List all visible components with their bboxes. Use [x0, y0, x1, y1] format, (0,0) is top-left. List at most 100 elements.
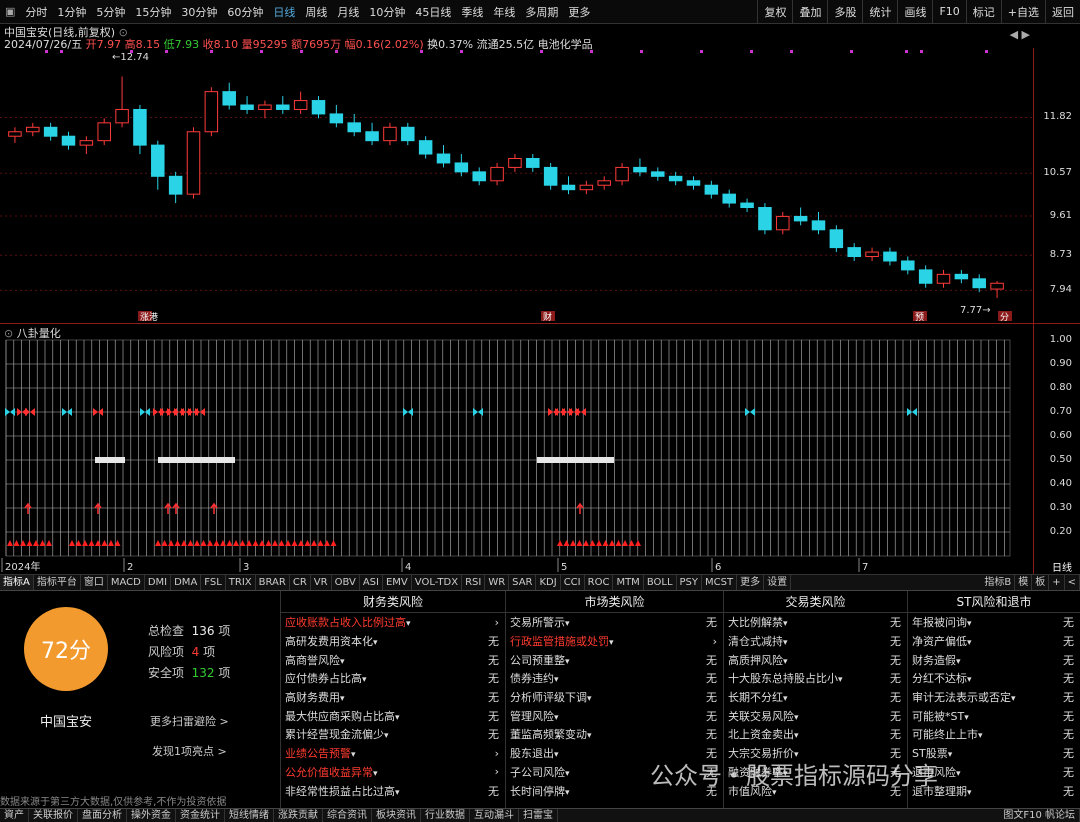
dropdown-icon[interactable]: ▾: [1011, 694, 1016, 704]
dropdown-icon[interactable]: ▾: [340, 657, 345, 667]
prev-icon[interactable]: ◀: [1010, 28, 1018, 41]
risk-item[interactable]: 年报被问询▾ 无: [908, 613, 1080, 632]
chart-tool-button[interactable]: 叠加: [792, 0, 827, 24]
indicator-tab[interactable]: 设置: [764, 575, 792, 590]
indicator-tab[interactable]: EMV: [383, 575, 412, 590]
chart-tool-button[interactable]: F10: [932, 0, 965, 24]
risk-item[interactable]: 北上资金卖出▾ 无: [724, 725, 907, 744]
period-tab[interactable]: 更多: [563, 4, 595, 20]
indicator-tab[interactable]: VR: [311, 575, 332, 590]
indicator-tab[interactable]: BRAR: [256, 575, 290, 590]
risk-item[interactable]: 业绩公告预警▾ ›: [281, 744, 505, 763]
risk-item[interactable]: 分红不达标▾ 无: [908, 669, 1080, 688]
dropdown-icon[interactable]: ▾: [351, 750, 356, 760]
dropdown-icon[interactable]: ▾: [587, 731, 592, 741]
status-tab[interactable]: 盘面分析: [78, 809, 127, 822]
indicator-tab-right[interactable]: 板: [1032, 575, 1050, 590]
risk-item[interactable]: 高研发费用资本化▾ 无: [281, 632, 505, 651]
chart-tool-button[interactable]: 统计: [862, 0, 897, 24]
dropdown-icon[interactable]: ▾: [565, 788, 570, 798]
risk-item[interactable]: 审计无法表示或否定▾ 无: [908, 688, 1080, 707]
risk-item[interactable]: 应付债券占比高▾ 无: [281, 669, 505, 688]
dropdown-icon[interactable]: ▾: [956, 769, 961, 779]
dropdown-icon[interactable]: ▾: [384, 731, 389, 741]
dropdown-icon[interactable]: ▾: [967, 638, 972, 648]
risk-item[interactable]: 清仓式减持▾ 无: [724, 632, 907, 651]
next-icon[interactable]: ▶: [1022, 28, 1030, 41]
dropdown-icon[interactable]: ▾: [565, 769, 570, 779]
risk-item[interactable]: 净资产偏低▾ 无: [908, 632, 1080, 651]
period-tab[interactable]: 年线: [488, 4, 520, 20]
highlight-link[interactable]: 发现1项亮点 >: [152, 743, 227, 759]
dropdown-icon[interactable]: ▾: [783, 638, 788, 648]
status-tab[interactable]: 操外资金: [127, 809, 176, 822]
indicator-tab-right[interactable]: 模: [1015, 575, 1033, 590]
risk-item[interactable]: 非经常性损益占比过高▾ 无: [281, 781, 505, 800]
bagua-indicator-panel[interactable]: 2024年 2 3 4 5 6 7: [0, 324, 1033, 574]
dropdown-icon[interactable]: ▾: [609, 638, 614, 648]
status-tab[interactable]: 扫雷宝: [519, 809, 558, 822]
period-tab[interactable]: 10分钟: [364, 4, 410, 20]
indicator-tab[interactable]: PSY: [677, 575, 703, 590]
dropdown-icon[interactable]: ▾: [783, 657, 788, 667]
dropdown-icon[interactable]: ▾: [794, 731, 799, 741]
dropdown-icon[interactable]: ▾: [783, 694, 788, 704]
indicator-tab[interactable]: VOL-TDX: [412, 575, 463, 590]
menu-icon[interactable]: ▣: [0, 5, 20, 18]
period-tab[interactable]: 周线: [300, 4, 332, 20]
candlestick-chart[interactable]: ←12.74 7.77→ 涨港 财 预 分: [0, 48, 1033, 324]
dropdown-icon[interactable]: ▾: [554, 713, 559, 723]
indicator-tab[interactable]: WR: [485, 575, 510, 590]
chart-tool-button[interactable]: 画线: [897, 0, 932, 24]
risk-item[interactable]: 高质押风险▾ 无: [724, 650, 907, 669]
indicator-tab-right[interactable]: +: [1049, 575, 1065, 590]
risk-item[interactable]: 十大股东总持股占比小▾ 无: [724, 669, 907, 688]
dropdown-icon[interactable]: ▾: [783, 619, 788, 629]
period-tab[interactable]: 60分钟: [222, 4, 268, 20]
risk-item[interactable]: 大比例解禁▾ 无: [724, 613, 907, 632]
risk-item[interactable]: 可能终止上市▾ 无: [908, 725, 1080, 744]
period-tab[interactable]: 多周期: [520, 4, 563, 20]
risk-item[interactable]: 高财务费用▾ 无: [281, 688, 505, 707]
status-tab[interactable]: 涨跌贡献: [274, 809, 323, 822]
risk-item[interactable]: 公司预重整▾ 无: [506, 650, 723, 669]
dropdown-icon[interactable]: ▾: [838, 675, 843, 685]
dropdown-icon[interactable]: ▾: [362, 675, 367, 685]
dropdown-icon[interactable]: ▾: [967, 788, 972, 798]
more-scan-link[interactable]: 更多扫雷避险 >: [150, 713, 229, 729]
status-tab[interactable]: 短线情绪: [225, 809, 274, 822]
chart-tool-button[interactable]: +自选: [1000, 0, 1045, 24]
risk-item[interactable]: 长期不分红▾ 无: [724, 688, 907, 707]
indicator-tab[interactable]: OBV: [332, 575, 360, 590]
risk-item[interactable]: 交易所警示▾ 无: [506, 613, 723, 632]
dropdown-icon[interactable]: ▾: [978, 731, 983, 741]
period-tab[interactable]: 5分钟: [91, 4, 130, 20]
dropdown-icon[interactable]: ▾: [956, 657, 961, 667]
indicator-tab[interactable]: 窗口: [81, 575, 108, 590]
indicator-tab[interactable]: 更多: [737, 575, 765, 590]
indicator-tab[interactable]: 指标A: [0, 575, 34, 590]
status-tab[interactable]: 资金统计: [176, 809, 225, 822]
period-tab[interactable]: 1分钟: [52, 4, 91, 20]
dropdown-icon[interactable]: ▾: [565, 657, 570, 667]
dropdown-icon[interactable]: ▾: [587, 694, 592, 704]
indicator-tab-right[interactable]: <: [1065, 575, 1080, 590]
status-tab[interactable]: 板块资讯: [372, 809, 421, 822]
risk-item[interactable]: 累计经营现金流偏少▾ 无: [281, 725, 505, 744]
period-tab[interactable]: 分时: [20, 4, 52, 20]
chart-tool-button[interactable]: 返回: [1045, 0, 1080, 24]
chart-tool-button[interactable]: 复权: [757, 0, 792, 24]
status-tab[interactable]: 综合资讯: [323, 809, 372, 822]
status-tab[interactable]: 行业数据: [421, 809, 470, 822]
dropdown-icon[interactable]: ▾: [948, 750, 953, 760]
dropdown-icon[interactable]: ▾: [554, 750, 559, 760]
indicator-close-icon[interactable]: ⊙: [4, 327, 13, 340]
dropdown-icon[interactable]: ▾: [373, 638, 378, 648]
dropdown-icon[interactable]: ▾: [406, 619, 411, 629]
period-tab[interactable]: 45日线: [410, 4, 456, 20]
indicator-tab[interactable]: 指标平台: [34, 575, 81, 590]
indicator-tab[interactable]: FSL: [201, 575, 226, 590]
dropdown-icon[interactable]: ▾: [967, 675, 972, 685]
status-right[interactable]: 图文F10 帆论坛: [999, 809, 1080, 822]
risk-item[interactable]: 高商誉风险▾ 无: [281, 650, 505, 669]
